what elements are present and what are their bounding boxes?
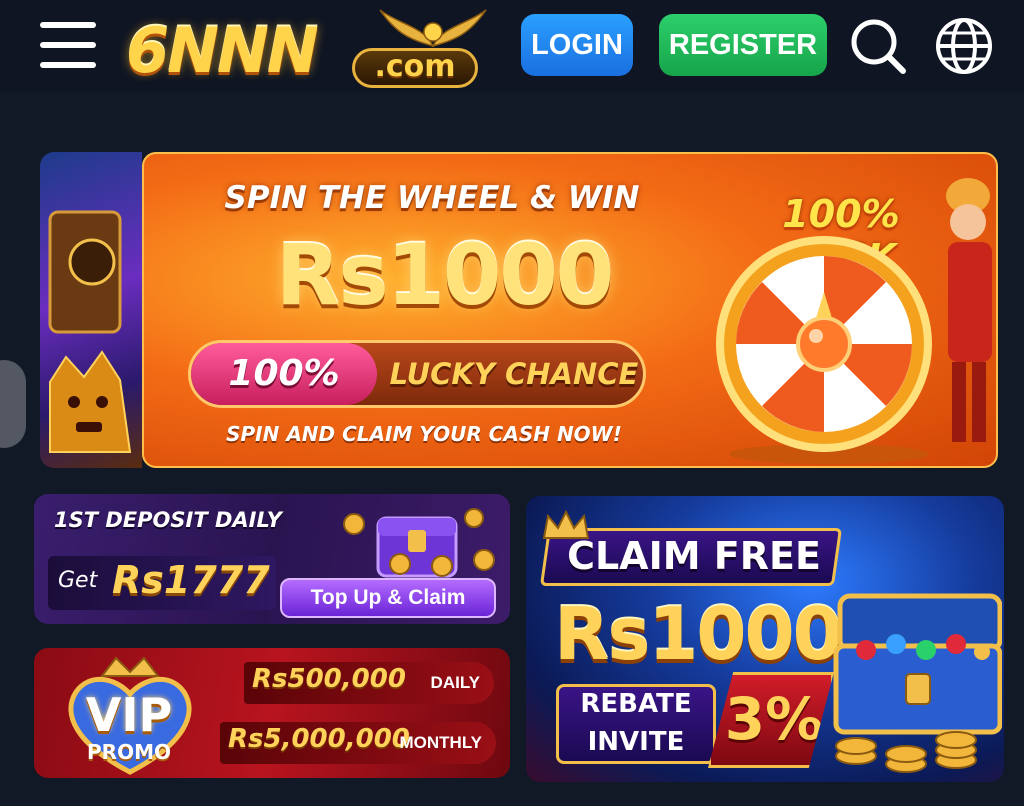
deposit-title: 1ST DEPOSIT DAILY — [54, 508, 282, 532]
chest-icon — [343, 508, 495, 578]
chest-icon — [833, 593, 1002, 773]
hero-subtitle: SPIN AND CLAIM YOUR CASH NOW! — [226, 422, 622, 446]
site-logo[interactable]: 6NNN .com — [126, 8, 487, 88]
deposit-amount: Rs1777 — [112, 558, 270, 602]
vip-daily-label: DAILY — [430, 673, 480, 692]
search-icon[interactable] — [848, 16, 908, 76]
menu-bar — [40, 42, 96, 48]
rebate-percent: 3% — [724, 685, 824, 753]
login-button[interactable]: LOGIN — [521, 14, 633, 76]
vip-monthly-row: Rs5,000,000 MONTHLY — [220, 722, 496, 764]
globe-icon[interactable] — [934, 16, 994, 76]
vip-badge-subtitle: PROMO — [87, 740, 171, 764]
register-button[interactable]: REGISTER — [659, 14, 827, 76]
menu-bar — [40, 62, 96, 68]
mask-icon — [48, 210, 132, 453]
invite-label: INVITE — [587, 727, 685, 757]
vip-daily-row: Rs500,000 DAILY — [244, 662, 494, 704]
wings-icon — [379, 9, 487, 48]
logo-text: 6NNN — [126, 14, 319, 87]
rebate-invite-box: REBATE INVITE — [556, 684, 716, 764]
vip-badge-title: VIP — [85, 688, 173, 742]
wheel-icon — [716, 236, 932, 464]
vip-daily-amount: Rs500,000 — [252, 664, 406, 694]
rebate-percent-box: 3% — [708, 672, 834, 768]
lucky-percent: 100% — [191, 343, 377, 405]
top-up-claim-button[interactable]: Top Up & Claim — [280, 578, 496, 618]
vip-promo-banner[interactable]: VIP PROMO Rs500,000 DAILY Rs5,000,000 MO… — [34, 648, 510, 778]
hero-amount: Rs1000 — [275, 226, 614, 324]
claim-amount: Rs1000 — [554, 592, 843, 676]
lucky-chance-pill: 100% LUCKY CHANCE — [188, 340, 646, 408]
deposit-get-box: Get Rs1777 — [48, 556, 276, 610]
rebate-label: REBATE — [580, 689, 692, 719]
menu-bar — [40, 22, 96, 28]
menu-icon[interactable] — [40, 22, 96, 68]
logo-suffix: .com — [352, 48, 478, 88]
carousel-prev-button[interactable] — [0, 360, 26, 448]
hero-title: SPIN THE WHEEL & WIN — [224, 180, 640, 216]
vip-monthly-amount: Rs5,000,000 — [228, 724, 410, 754]
vip-monthly-label: MONTHLY — [399, 733, 483, 752]
spin-wheel-banner[interactable]: SPIN THE WHEEL & WIN Rs1000 100% LUCKY C… — [142, 152, 998, 468]
character-icon — [946, 178, 992, 442]
lucky-label: LUCKY CHANCE — [389, 357, 639, 391]
first-deposit-banner[interactable]: 1ST DEPOSIT DAILY Get Rs1777 Top Up & Cl… — [34, 494, 510, 624]
previous-banner-preview[interactable] — [40, 152, 142, 468]
deposit-get-label: Get — [58, 568, 98, 593]
top-header: 6NNN .com LOGIN REGISTER — [0, 0, 1024, 92]
claim-title: CLAIM FREE — [567, 534, 821, 578]
claim-free-banner[interactable]: CLAIM FREE Rs1000 REBATE INVITE 3% — [526, 496, 1004, 782]
